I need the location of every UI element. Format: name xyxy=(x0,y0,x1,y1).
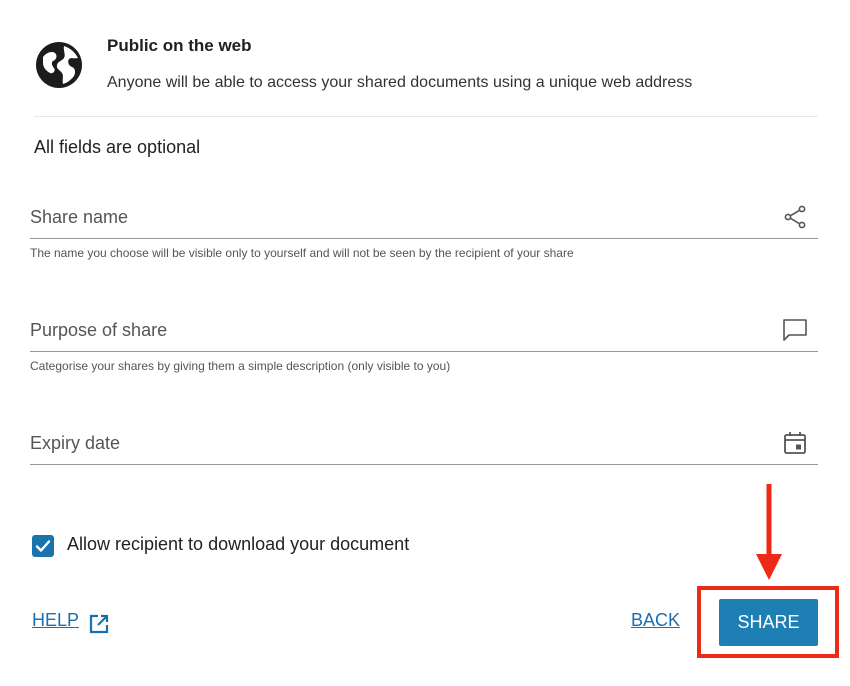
visibility-header: Public on the web Anyone will be able to… xyxy=(34,32,818,117)
header-title: Public on the web xyxy=(107,36,252,55)
external-link-icon[interactable] xyxy=(88,613,110,635)
back-link[interactable]: BACK xyxy=(631,610,680,631)
share-button[interactable]: SHARE xyxy=(719,599,818,646)
purpose-field xyxy=(30,311,818,352)
arrow-down-icon xyxy=(756,484,782,580)
comment-icon[interactable] xyxy=(782,317,808,343)
help-link[interactable]: HELP xyxy=(32,610,79,631)
expiry-date-input[interactable] xyxy=(30,428,770,458)
globe-icon xyxy=(36,42,82,88)
share-name-input[interactable] xyxy=(30,202,770,232)
optional-note: All fields are optional xyxy=(34,137,201,157)
allow-download-checkbox[interactable] xyxy=(32,535,54,557)
allow-download-label[interactable]: Allow recipient to download your documen… xyxy=(67,534,409,555)
expiry-field xyxy=(30,424,818,465)
purpose-input[interactable] xyxy=(30,315,770,345)
header-description: Anyone will be able to access your share… xyxy=(107,74,693,91)
purpose-hint: Categorise your shares by giving them a … xyxy=(30,359,451,373)
calendar-icon[interactable] xyxy=(782,430,808,456)
share-name-field xyxy=(30,198,818,239)
share-icon[interactable] xyxy=(782,204,808,230)
checkmark-icon xyxy=(35,540,51,552)
share-name-hint: The name you choose will be visible only… xyxy=(30,246,574,260)
